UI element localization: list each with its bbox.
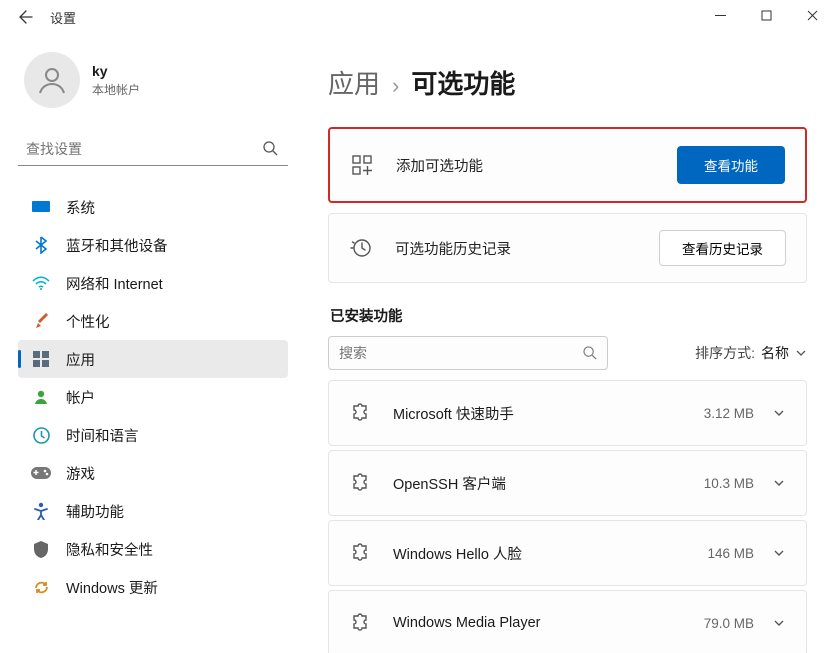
history-icon (349, 236, 373, 260)
sidebar-item-9[interactable]: 隐私和安全性 (18, 530, 288, 568)
feature-size: 3.12 MB (704, 406, 754, 421)
feature-item[interactable]: Microsoft 快速助手3.12 MB (328, 380, 807, 446)
chevron-down-icon (772, 546, 786, 560)
feature-name: Microsoft 快速助手 (393, 403, 704, 424)
sidebar-item-6[interactable]: 时间和语言 (18, 416, 288, 454)
feature-item[interactable]: Windows Hello 人脸146 MB (328, 520, 807, 586)
view-history-button[interactable]: 查看历史记录 (659, 230, 786, 266)
chevron-down-icon (772, 616, 786, 630)
search-icon (583, 346, 597, 360)
installed-feature-list: Microsoft 快速助手3.12 MBOpenSSH 客户端10.3 MBW… (328, 380, 807, 653)
account-icon (30, 386, 52, 408)
access-icon (30, 500, 52, 522)
sidebar-item-label: 辅助功能 (66, 501, 124, 522)
arrow-left-icon (18, 9, 34, 25)
wifi-icon (30, 272, 52, 294)
sidebar-item-4[interactable]: 应用 (18, 340, 288, 378)
history-panel: 可选功能历史记录 查看历史记录 (328, 213, 807, 283)
breadcrumb: 应用 › 可选功能 (328, 64, 807, 101)
add-feature-panel: 添加可选功能 查看功能 (328, 127, 807, 203)
minimize-button[interactable] (697, 0, 743, 30)
chevron-down-icon (795, 347, 807, 359)
puzzle-icon (349, 402, 371, 424)
feature-item[interactable]: Windows Media Player79.0 MB (328, 590, 807, 653)
puzzle-icon (349, 472, 371, 494)
close-button[interactable] (789, 0, 835, 30)
sidebar-item-label: 时间和语言 (66, 425, 139, 446)
search-icon (260, 141, 280, 156)
user-panel[interactable]: ky 本地帐户 (24, 52, 288, 108)
settings-search[interactable] (18, 132, 288, 166)
sidebar-item-1[interactable]: 蓝牙和其他设备 (18, 226, 288, 264)
sidebar-item-5[interactable]: 帐户 (18, 378, 288, 416)
puzzle-icon (349, 612, 371, 634)
sidebar-item-10[interactable]: Windows 更新 (18, 568, 288, 606)
sidebar: ky 本地帐户 系统蓝牙和其他设备网络和 Internet 个性化应用帐户时间和语… (0, 34, 300, 653)
user-subtitle: 本地帐户 (92, 81, 140, 98)
feature-search-box[interactable] (328, 336, 608, 370)
maximize-icon (761, 10, 772, 21)
sidebar-item-label: 系统 (66, 197, 95, 218)
nav-list: 系统蓝牙和其他设备网络和 Internet 个性化应用帐户时间和语言游戏辅助功能隐… (18, 188, 288, 653)
feature-size: 10.3 MB (704, 476, 754, 491)
breadcrumb-separator: › (392, 73, 399, 99)
sidebar-item-label: 网络和 Internet (66, 273, 163, 294)
sidebar-item-7[interactable]: 游戏 (18, 454, 288, 492)
puzzle-icon (349, 542, 371, 564)
page-title: 可选功能 (411, 64, 515, 101)
privacy-icon (30, 538, 52, 560)
window-title: 设置 (50, 8, 76, 27)
apps-icon (30, 348, 52, 370)
feature-size: 146 MB (707, 546, 754, 561)
sidebar-item-0[interactable]: 系统 (18, 188, 288, 226)
chevron-down-icon (772, 406, 786, 420)
view-features-button[interactable]: 查看功能 (677, 146, 785, 184)
sort-prefix: 排序方式: (695, 343, 755, 363)
titlebar: 设置 (0, 0, 835, 34)
close-icon (807, 10, 818, 21)
history-label: 可选功能历史记录 (395, 238, 659, 259)
sidebar-item-label: 游戏 (66, 463, 95, 484)
breadcrumb-parent[interactable]: 应用 (328, 64, 380, 101)
main-content: 应用 › 可选功能 添加可选功能 查看功能 可选功能历史记录 查看历史记录 已安… (300, 34, 835, 653)
sidebar-item-label: 个性化 (66, 311, 110, 332)
sort-value: 名称 (761, 343, 789, 363)
installed-section-title: 已安装功能 (330, 305, 807, 326)
feature-search-input[interactable] (339, 345, 583, 361)
sidebar-item-label: 蓝牙和其他设备 (66, 235, 168, 256)
time-icon (30, 424, 52, 446)
person-icon (35, 63, 69, 97)
feature-item[interactable]: OpenSSH 客户端10.3 MB (328, 450, 807, 516)
sidebar-item-label: Windows 更新 (66, 577, 158, 598)
bluetooth-icon (30, 234, 52, 256)
maximize-button[interactable] (743, 0, 789, 30)
feature-name: Windows Hello 人脸 (393, 543, 707, 564)
feature-size: 79.0 MB (704, 616, 754, 631)
user-name: ky (92, 63, 140, 79)
sidebar-item-3[interactable]: 个性化 (18, 302, 288, 340)
minimize-icon (715, 10, 726, 21)
sidebar-item-2[interactable]: 网络和 Internet (18, 264, 288, 302)
game-icon (30, 462, 52, 484)
chevron-down-icon (772, 476, 786, 490)
avatar (24, 52, 80, 108)
back-button[interactable] (8, 2, 44, 32)
add-feature-icon (350, 153, 374, 177)
sidebar-item-label: 应用 (66, 349, 95, 370)
brush-icon (30, 310, 52, 332)
feature-name: OpenSSH 客户端 (393, 473, 704, 494)
sidebar-item-8[interactable]: 辅助功能 (18, 492, 288, 530)
sidebar-item-label: 隐私和安全性 (66, 539, 153, 560)
add-feature-label: 添加可选功能 (396, 155, 677, 176)
settings-search-input[interactable] (26, 141, 260, 157)
monitor-icon (30, 196, 52, 218)
sidebar-item-label: 帐户 (66, 387, 95, 408)
feature-name: Windows Media Player (393, 615, 704, 631)
update-icon (30, 576, 52, 598)
sort-dropdown[interactable]: 排序方式: 名称 (695, 343, 807, 363)
